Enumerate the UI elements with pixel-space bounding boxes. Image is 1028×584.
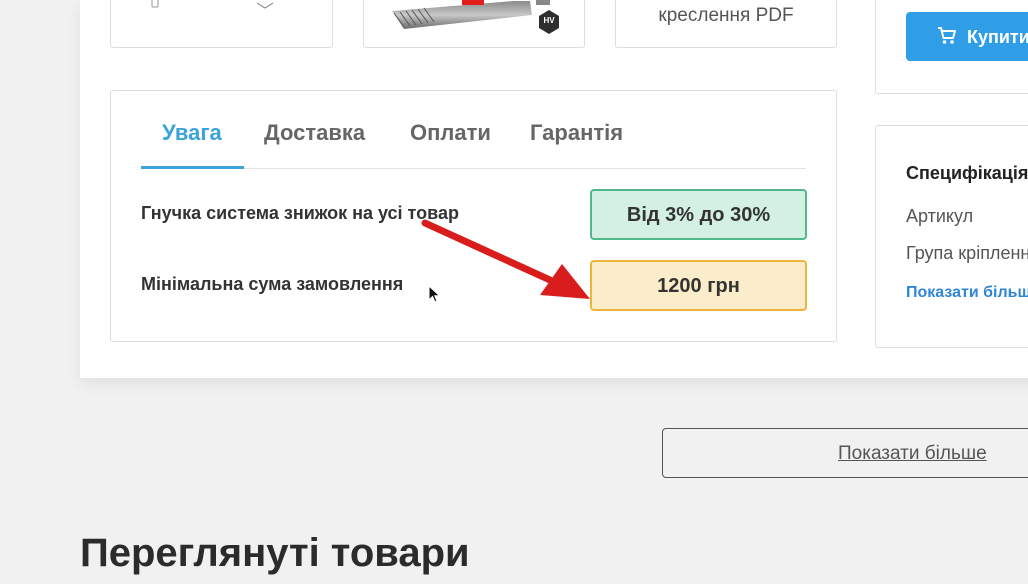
- buy-button-label: Купити: [967, 27, 1028, 47]
- spec-article: Артикул: [906, 206, 974, 226]
- viewed-products-title: Переглянуті товари: [80, 531, 470, 575]
- pdf-drawing-link[interactable]: креслення PDF: [615, 0, 837, 48]
- pdf-drawing-label: креслення PDF: [658, 5, 794, 26]
- tab-payments[interactable]: Оплати: [410, 120, 491, 146]
- mouse-cursor-icon: [428, 285, 441, 303]
- spec-fastener-group: Група кріплення: [906, 243, 1028, 263]
- discount-range-badge: Від 3% до 30%: [590, 189, 807, 240]
- tab-attention[interactable]: Увага: [162, 120, 222, 146]
- show-more-button-label: Показати більше: [838, 443, 987, 464]
- buy-button[interactable]: Купити: [906, 12, 1028, 61]
- minimum-order-badge: 1200 грн: [590, 260, 807, 311]
- active-tab-indicator: [141, 166, 244, 169]
- cart-icon: [938, 27, 956, 44]
- show-more-button[interactable]: Показати більше: [662, 428, 1028, 478]
- specifications-panel: [875, 125, 1028, 348]
- hv-badge: HV: [538, 10, 560, 34]
- minimum-order-label: Мінімальна сума замовлення: [141, 274, 404, 294]
- info-tabs: Увага Доставка Оплати Гарантія: [141, 110, 806, 169]
- product-thumbnail-1[interactable]: [110, 0, 333, 48]
- product-thumbnail-2[interactable]: HV: [363, 0, 585, 48]
- bolt-drawing-image: [151, 0, 274, 9]
- specifications-show-more-link[interactable]: Показати більше: [906, 284, 1028, 302]
- tab-warranty[interactable]: Гарантія: [530, 120, 623, 146]
- tab-delivery[interactable]: Доставка: [264, 120, 365, 146]
- specifications-title: Специфікація: [906, 163, 1028, 183]
- hv-badge-label: HV: [543, 16, 555, 25]
